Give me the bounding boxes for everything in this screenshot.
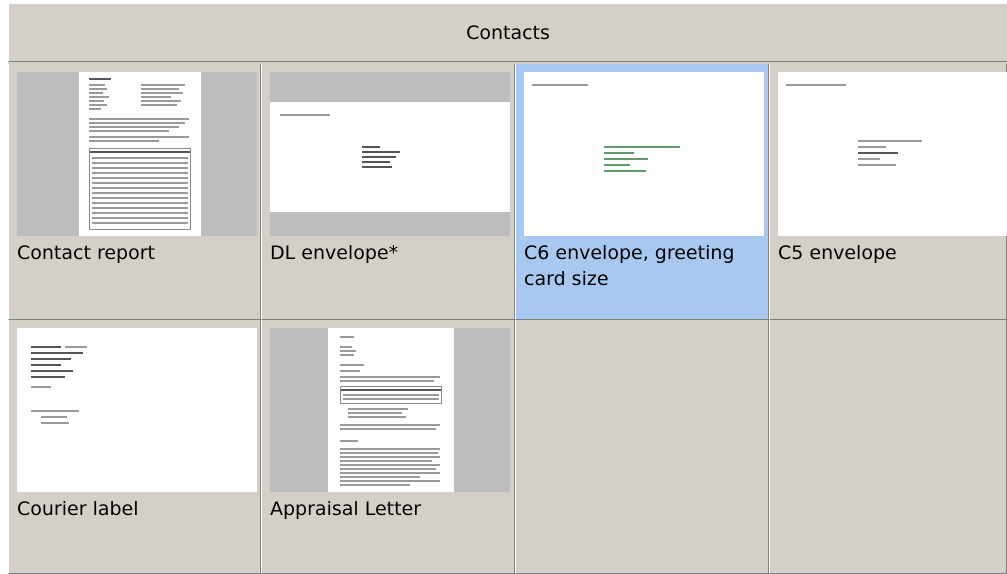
templates-panel: Contacts Contact report DL envelope* C6 … [8,2,1007,574]
empty-tile [515,320,769,574]
template-tile-courier-label[interactable]: Courier label [8,320,261,574]
template-label: Appraisal Letter [270,498,422,520]
template-label: Courier label [17,498,139,520]
panel-header: Contacts [8,2,1007,62]
template-tile-dl-envelope[interactable]: DL envelope* [261,64,515,320]
template-tile-c5-envelope[interactable]: C5 envelope [769,64,1007,320]
template-label: C5 envelope [778,242,897,264]
empty-tile [769,320,1007,574]
appraisal-letter-thumbnail [270,328,510,492]
template-tile-c6-envelope[interactable]: C6 envelope, greeting card size [515,64,769,320]
template-tile-appraisal-letter[interactable]: Appraisal Letter [261,320,515,574]
c5-envelope-thumbnail [778,72,1007,236]
c6-envelope-thumbnail [524,72,764,236]
template-grid: Contact report DL envelope* C6 envelope,… [8,64,1007,574]
template-label: C6 envelope, greeting card size [524,242,735,290]
template-label: Contact report [17,242,155,264]
template-label: DL envelope* [270,242,399,264]
contact-report-thumbnail [17,72,257,236]
template-tile-contact-report[interactable]: Contact report [8,64,261,320]
panel-title: Contacts [466,21,550,44]
courier-label-thumbnail [17,328,257,492]
dl-envelope-thumbnail [270,72,510,236]
